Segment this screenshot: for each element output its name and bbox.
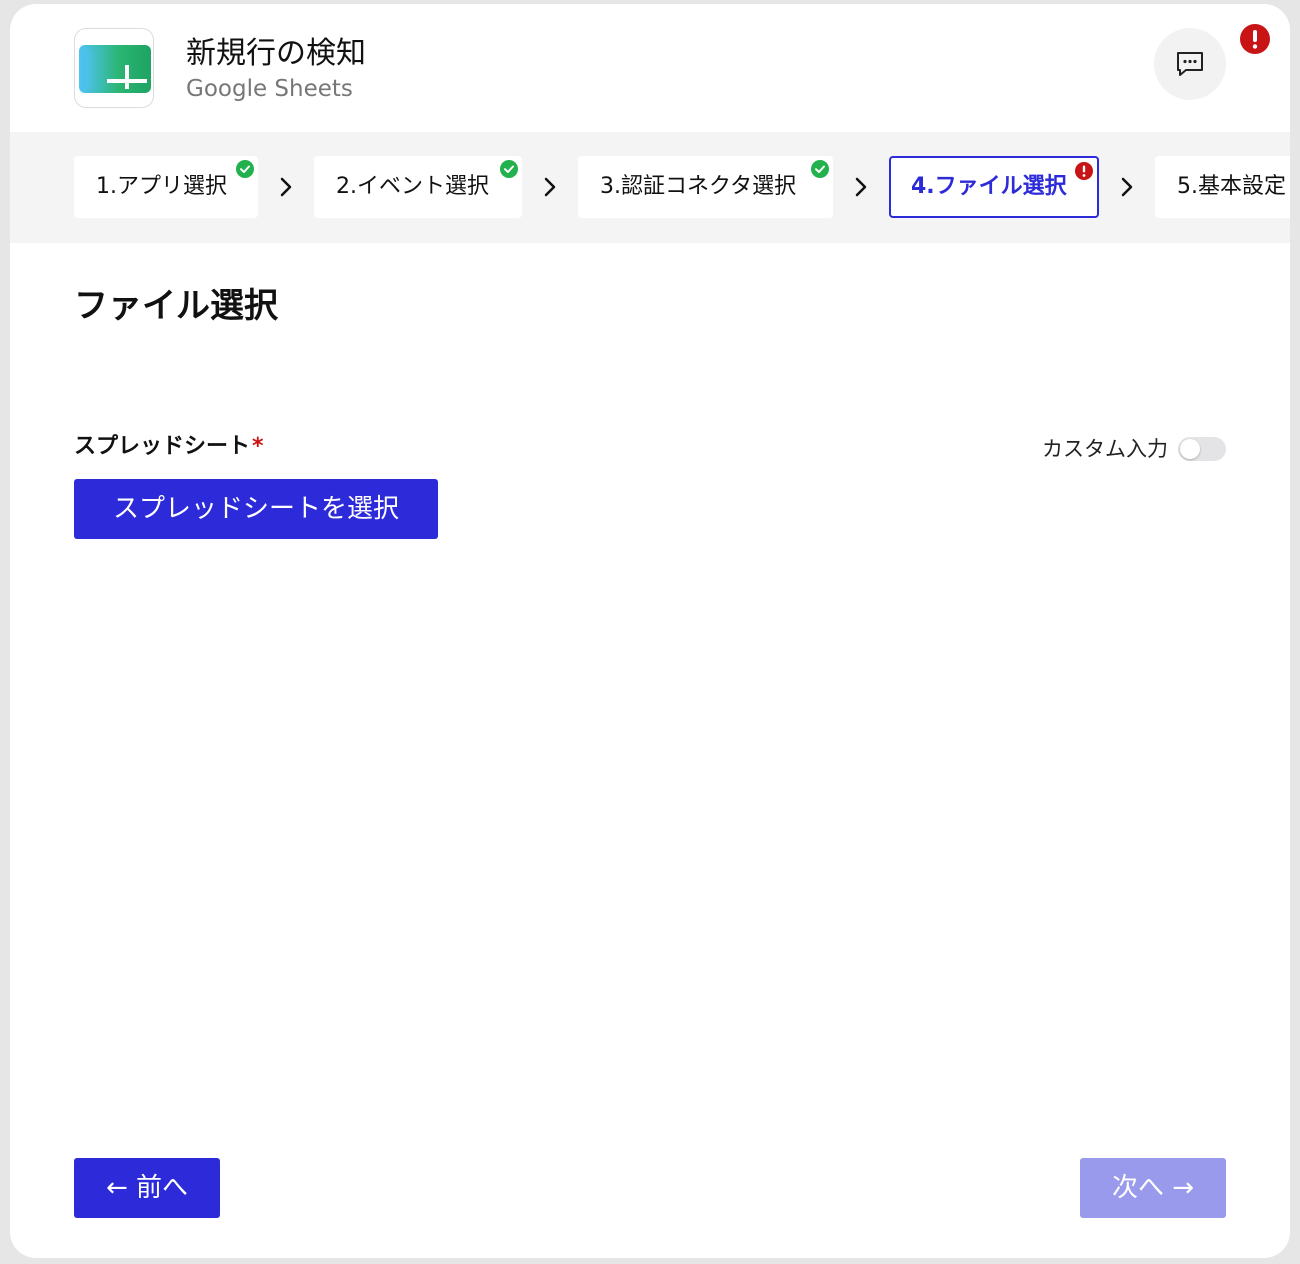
google-sheets-logo-icon	[74, 28, 154, 108]
chevron-right-icon	[853, 176, 869, 198]
stepper: 1.アプリ選択 2.イベント選択 3.認証コネクタ選択 4.ファイル選択 5.基…	[10, 132, 1290, 243]
spreadsheet-field-label: スプレッドシート*	[74, 432, 264, 462]
check-icon	[236, 160, 254, 178]
step-label: 3.認証コネクタ選択	[600, 174, 797, 199]
step-label: 5.基本設定	[1177, 174, 1286, 199]
field-label-text: スプレッドシート	[74, 434, 251, 459]
custom-input-toggle[interactable]	[1178, 437, 1226, 461]
prev-button[interactable]: ← 前へ	[74, 1158, 220, 1218]
next-button[interactable]: 次へ →	[1080, 1158, 1226, 1218]
header: 新規行の検知 Google Sheets	[10, 4, 1290, 132]
custom-input-row: カスタム入力	[1042, 434, 1226, 464]
chevron-right-icon	[278, 176, 294, 198]
toggle-knob	[1180, 439, 1200, 459]
step-app-select[interactable]: 1.アプリ選択	[74, 156, 258, 218]
check-icon	[500, 160, 518, 178]
chat-bubble-icon	[1177, 52, 1203, 76]
step-connector-select[interactable]: 3.認証コネクタ選択	[578, 156, 833, 218]
check-icon	[811, 160, 829, 178]
step-label: 2.イベント選択	[336, 174, 489, 199]
exclamation-icon	[1252, 30, 1258, 49]
app-title: 新規行の検知	[186, 36, 366, 71]
step-label: 1.アプリ選択	[96, 174, 227, 199]
section-title: ファイル選択	[74, 286, 278, 326]
step-basic-settings[interactable]: 5.基本設定	[1155, 156, 1290, 218]
chevron-right-icon	[542, 176, 558, 198]
select-spreadsheet-button[interactable]: スプレッドシートを選択	[74, 479, 438, 539]
required-mark: *	[252, 434, 264, 459]
alert-badge[interactable]	[1240, 24, 1270, 54]
step-file-select[interactable]: 4.ファイル選択	[889, 156, 1099, 218]
step-event-select[interactable]: 2.イベント選択	[314, 156, 522, 218]
chevron-right-icon	[1119, 176, 1135, 198]
step-label: 4.ファイル選択	[911, 174, 1067, 199]
app-subtitle: Google Sheets	[186, 76, 353, 102]
wizard-card: 新規行の検知 Google Sheets 1.アプリ選択 2.イベント選択 3.…	[10, 4, 1290, 1258]
error-icon	[1075, 162, 1093, 180]
custom-input-label: カスタム入力	[1042, 437, 1168, 461]
chat-button[interactable]	[1154, 28, 1226, 100]
